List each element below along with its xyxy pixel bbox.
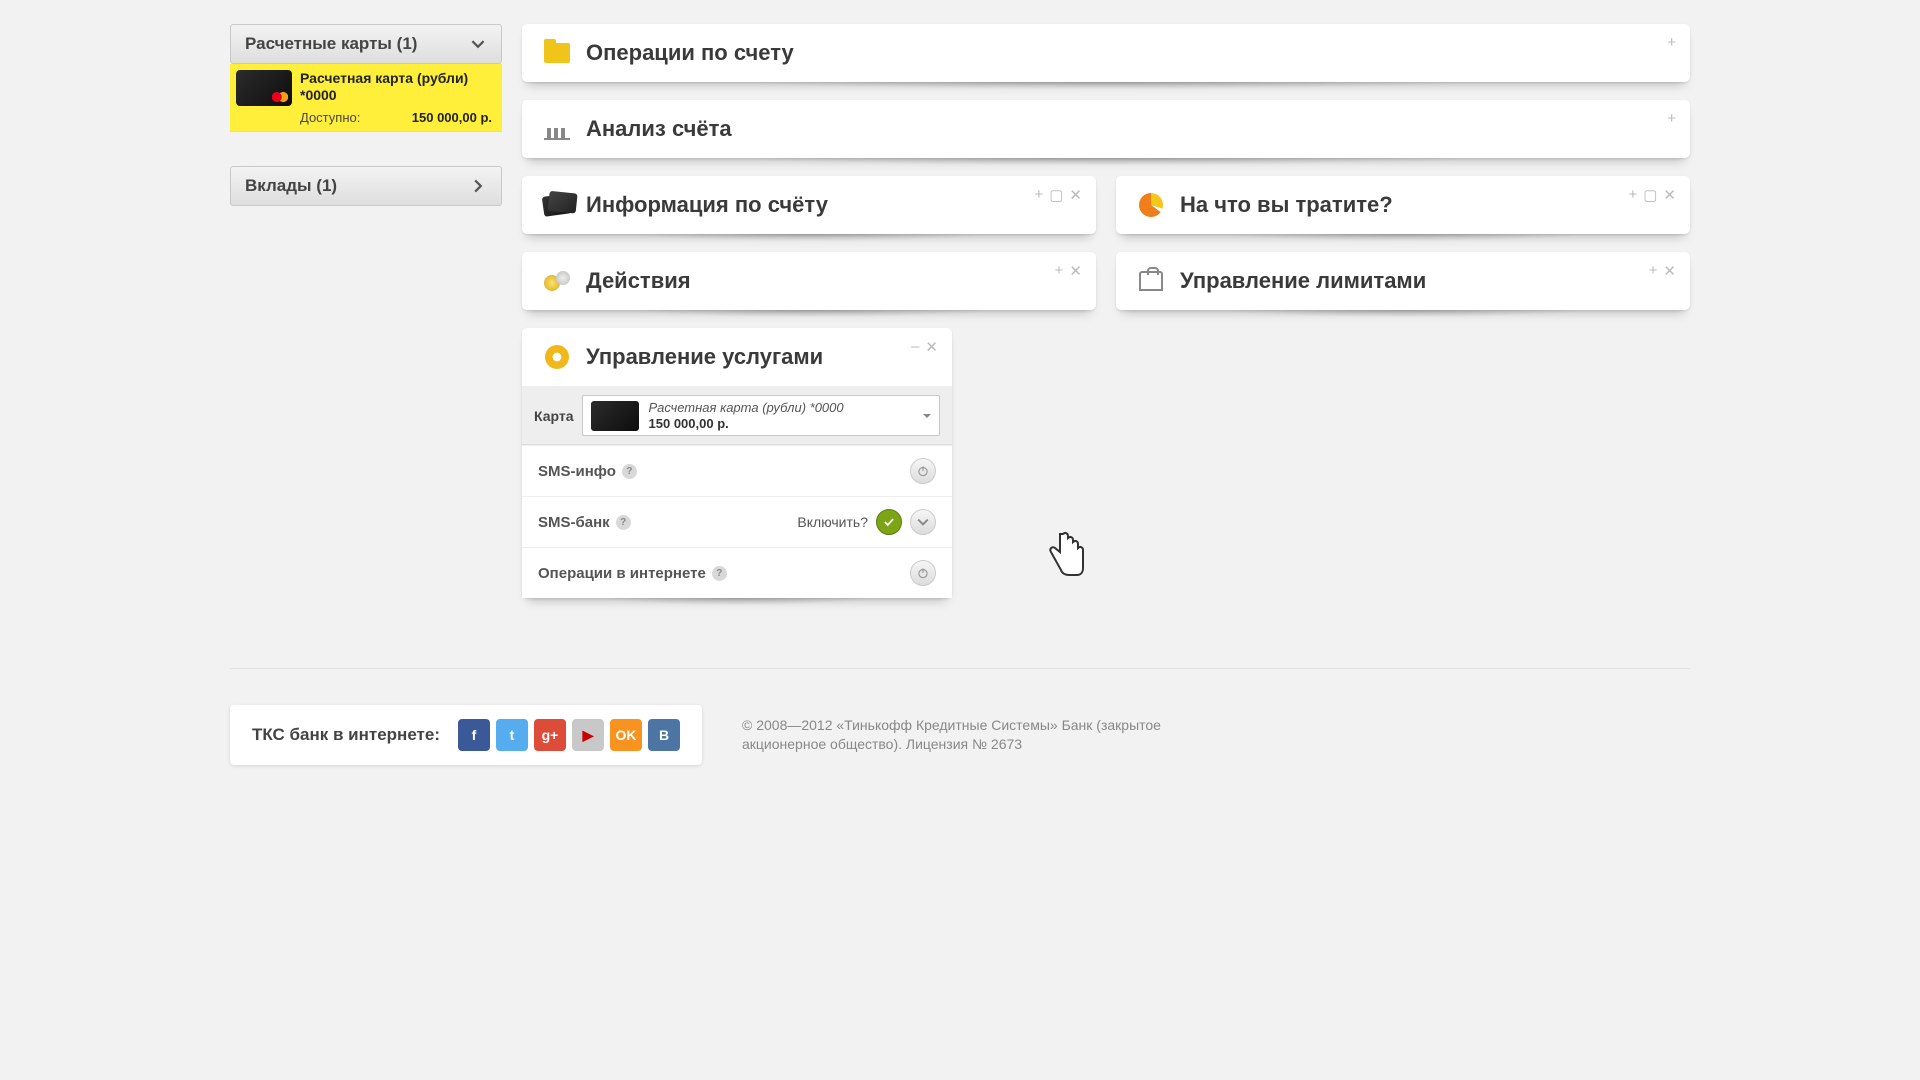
close-icon[interactable]: ✕ (1069, 262, 1082, 280)
maximize-icon[interactable]: ▢ (1049, 186, 1063, 204)
expand-icon[interactable]: + (1667, 34, 1676, 51)
cards-accordion-header[interactable]: Расчетные карты (1) (230, 24, 502, 64)
close-icon[interactable]: ✕ (1663, 262, 1676, 280)
footer: ТКС банк в интернете: f t g+ ▶ OK B © 20… (230, 668, 1690, 801)
deposits-accordion-header[interactable]: Вклады (1) (230, 166, 502, 206)
twitter-icon[interactable]: t (496, 719, 528, 751)
card-mask: *0000 (300, 87, 468, 104)
panel-limits[interactable]: Управление лимитами + ✕ (1116, 252, 1690, 310)
available-amount: 150 000,00 р. (412, 110, 492, 125)
chevron-right-icon (463, 171, 493, 201)
help-icon[interactable]: ? (616, 515, 631, 530)
close-icon[interactable]: ✕ (1663, 186, 1676, 204)
panel-spending-title: На что вы тратите? (1180, 192, 1393, 218)
sidebar: Расчетные карты (1) Расчетная карта (руб… (230, 24, 502, 608)
panel-operations[interactable]: Операции по счету + (522, 24, 1690, 82)
footer-copyright: © 2008—2012 «Тинькофф Кредитные Системы»… (742, 716, 1242, 755)
service-internet-ops: Операции в интернете? (522, 547, 952, 598)
lock-icon (1136, 266, 1166, 296)
footer-title: ТКС банк в интернете: (252, 725, 440, 745)
panel-actions-title: Действия (586, 268, 691, 294)
panel-limits-title: Управление лимитами (1180, 268, 1426, 294)
expand-icon[interactable]: + (1055, 262, 1064, 280)
chevron-down-icon (463, 29, 493, 59)
expand-icon[interactable]: + (1628, 186, 1637, 204)
facebook-icon[interactable]: f (458, 719, 490, 751)
coins-icon (542, 266, 572, 296)
panel-actions[interactable]: Действия + ✕ (522, 252, 1096, 310)
service-sms-bank: SMS-банк? Включить? (522, 496, 952, 547)
sidebar-card-item[interactable]: Расчетная карта (рубли) *0000 Доступно: … (230, 64, 502, 132)
internet-ops-label: Операции в интернете (538, 565, 706, 582)
maximize-icon[interactable]: ▢ (1643, 186, 1657, 204)
chart-icon (542, 114, 572, 144)
panel-services: Управление услугами – ✕ Карта (522, 328, 952, 598)
expand-icon[interactable]: + (1667, 110, 1676, 127)
available-label: Доступно: (300, 110, 360, 125)
cards-icon (542, 190, 572, 220)
sms-bank-label: SMS-банк (538, 514, 610, 531)
vk-icon[interactable]: B (648, 719, 680, 751)
service-card-label: Карта (534, 408, 574, 424)
close-icon[interactable]: ✕ (925, 338, 938, 356)
main-content: Операции по счету + Анализ счёта + (522, 24, 1690, 608)
service-card-balance: 150 000,00 р. (649, 416, 844, 432)
panel-spending[interactable]: На что вы тратите? + ▢ ✕ (1116, 176, 1690, 234)
card-thumbnail-icon (591, 401, 639, 431)
expand-icon[interactable]: + (1649, 262, 1658, 280)
panel-analysis-title: Анализ счёта (586, 116, 732, 142)
enable-question: Включить? (797, 514, 868, 530)
youtube-icon[interactable]: ▶ (572, 719, 604, 751)
googleplus-icon[interactable]: g+ (534, 719, 566, 751)
service-card-select[interactable]: Расчетная карта (рубли) *0000 150 000,00… (582, 395, 940, 436)
confirm-enable-button[interactable] (876, 509, 902, 535)
panel-operations-title: Операции по счету (586, 40, 794, 66)
help-icon[interactable]: ? (622, 464, 637, 479)
footer-social-box: ТКС банк в интернете: f t g+ ▶ OK B (230, 705, 702, 765)
sms-info-label: SMS-инфо (538, 463, 616, 480)
expand-icon[interactable]: + (1034, 186, 1043, 204)
service-card-name: Расчетная карта (рубли) *0000 (649, 400, 844, 416)
cancel-enable-button[interactable] (910, 509, 936, 535)
odnoklassniki-icon[interactable]: OK (610, 719, 642, 751)
service-sms-info: SMS-инфо? (522, 445, 952, 496)
card-name: Расчетная карта (рубли) (300, 70, 468, 87)
cards-header-label: Расчетные карты (1) (245, 34, 417, 54)
help-icon[interactable]: ? (712, 566, 727, 581)
deposits-header-label: Вклады (1) (245, 176, 337, 196)
card-thumbnail-icon (236, 70, 292, 106)
minimize-icon[interactable]: – (911, 338, 919, 356)
panel-analysis[interactable]: Анализ счёта + (522, 100, 1690, 158)
toggle-sms-info[interactable] (910, 458, 936, 484)
gear-icon (542, 342, 572, 372)
pie-icon (1136, 190, 1166, 220)
panel-services-title: Управление услугами (586, 344, 823, 370)
panel-info[interactable]: Информация по счёту + ▢ ✕ (522, 176, 1096, 234)
panel-info-title: Информация по счёту (586, 192, 828, 218)
folder-icon (542, 38, 572, 68)
close-icon[interactable]: ✕ (1069, 186, 1082, 204)
toggle-internet-ops[interactable] (910, 560, 936, 586)
